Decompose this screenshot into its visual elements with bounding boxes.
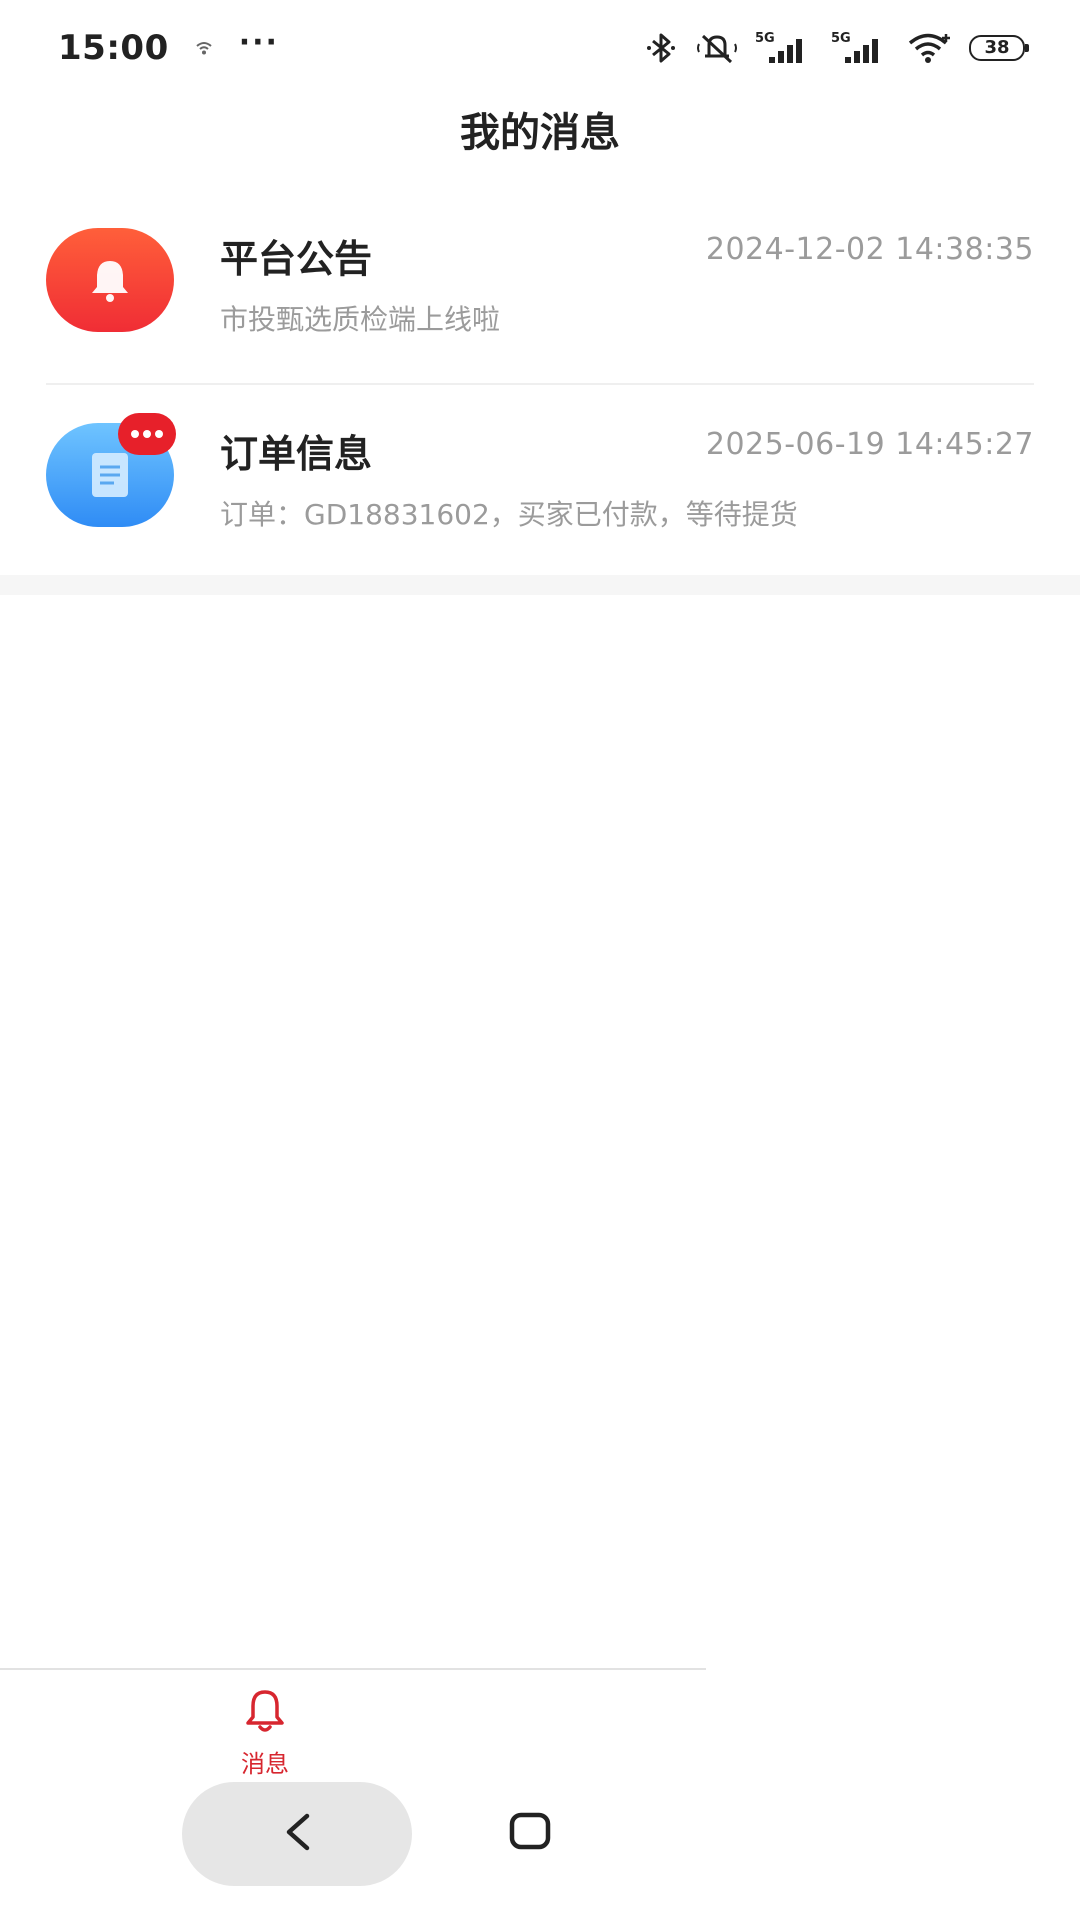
message-title: 平台公告 [220, 237, 373, 281]
status-time: 15:00 [58, 27, 169, 68]
message-avatar [46, 413, 176, 527]
tab-label: 消息 [241, 1750, 289, 1778]
nav-back-button[interactable] [182, 1782, 412, 1886]
back-chevron-icon [279, 1810, 315, 1858]
message-time: 2024-12-02 14:38:35 [705, 232, 1034, 267]
message-item-order-info[interactable]: 订单信息 2025-06-19 14:45:27 订单：GD18831602，买… [46, 385, 1034, 580]
signal-5g-icon: 5G [831, 31, 891, 65]
message-time: 2025-06-19 14:45:27 [705, 427, 1034, 462]
message-preview: 订单：GD18831602，买家已付款，等待提货 [220, 498, 798, 531]
wifi-small-icon [195, 38, 213, 62]
more-dots-icon: ··· [238, 25, 279, 60]
status-bar: 15:00 ··· 5G 5G 38 [0, 0, 1080, 95]
status-left: 15:00 ··· [58, 25, 279, 68]
message-title: 订单信息 [220, 432, 373, 476]
mute-icon [695, 30, 739, 66]
tab-messages[interactable]: 消息 [210, 1686, 320, 1778]
message-preview: 市投甄选质检端上线啦 [220, 303, 501, 336]
bell-icon [46, 228, 174, 332]
message-avatar [46, 228, 174, 332]
signal-5g-icon: 5G [755, 31, 815, 65]
screen: 15:00 ··· 5G 5G 38 我的消息 平台公告 2024-12-02 … [0, 0, 1080, 1920]
nav-home-button[interactable] [500, 1800, 560, 1866]
home-square-icon [508, 1809, 552, 1857]
list-divider-strip [0, 575, 1080, 595]
wifi-icon [907, 31, 953, 65]
battery-indicator: 38 [969, 34, 1029, 61]
unread-badge [118, 413, 176, 455]
bell-outline-icon [240, 1686, 290, 1740]
status-right: 5G 5G 38 [643, 30, 1029, 66]
message-list: 平台公告 2024-12-02 14:38:35 市投甄选质检端上线啦 订单信息… [0, 190, 1080, 580]
bottom-tab-bar: 消息 [0, 1668, 706, 1780]
page-title: 我的消息 [460, 110, 620, 156]
message-item-platform-notice[interactable]: 平台公告 2024-12-02 14:38:35 市投甄选质检端上线啦 [46, 190, 1034, 385]
bluetooth-icon [643, 30, 679, 66]
